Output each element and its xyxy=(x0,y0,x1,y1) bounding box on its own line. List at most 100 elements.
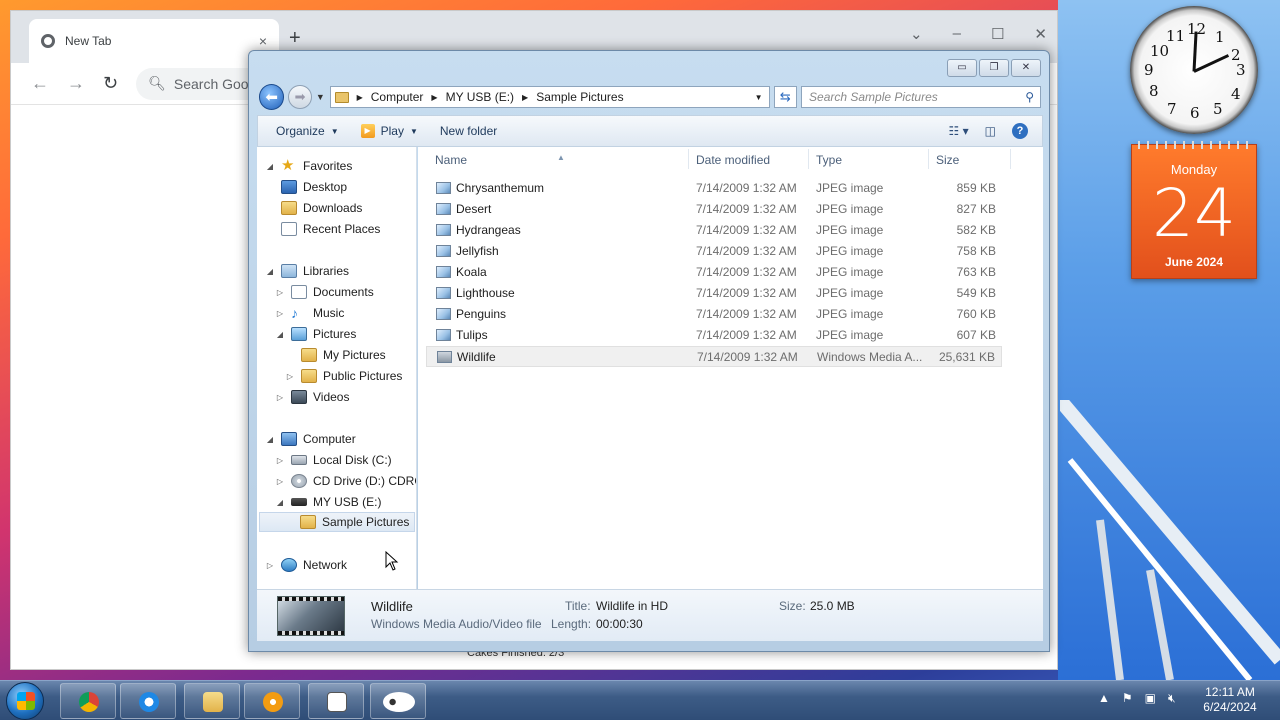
collapsed-arrow-icon[interactable]: ▷ xyxy=(275,309,285,318)
tree-item-music[interactable]: ▷ ♪ Music xyxy=(275,303,344,323)
new-folder-button[interactable]: New folder xyxy=(440,124,497,138)
play-button[interactable]: ▶ Play ▼ xyxy=(360,124,418,138)
file-row[interactable]: Tulips 7/14/2009 1:32 AM JPEG image 607 … xyxy=(426,325,1002,346)
file-row[interactable]: Penguins 7/14/2009 1:32 AM JPEG image 76… xyxy=(426,304,1002,325)
maximize-icon[interactable]: ☐ xyxy=(991,25,1004,43)
reload-icon[interactable]: ↻ xyxy=(103,73,118,94)
organize-button[interactable]: Organize ▼ xyxy=(276,124,339,138)
breadcrumb-separator-icon[interactable]: ▶ xyxy=(357,93,363,102)
tree-item-usb[interactable]: ◢ MY USB (E:) xyxy=(275,492,382,512)
view-options-icon[interactable]: ☷ ▾ xyxy=(949,124,969,138)
collapsed-arrow-icon[interactable]: ▷ xyxy=(265,561,275,570)
start-button[interactable] xyxy=(6,682,44,720)
help-icon[interactable]: ? xyxy=(1012,123,1028,139)
collapsed-arrow-icon[interactable]: ▷ xyxy=(275,477,285,486)
breadcrumb-usb[interactable]: MY USB (E:) xyxy=(446,90,514,104)
recent-pages-dropdown[interactable]: ▼ xyxy=(316,92,326,102)
address-dropdown-icon[interactable]: ▼ xyxy=(749,93,769,102)
column-divider[interactable] xyxy=(688,149,689,169)
minimize-button[interactable]: ▭ xyxy=(947,59,977,77)
breadcrumb-separator-icon[interactable]: ▶ xyxy=(431,93,437,102)
file-size: 763 KB xyxy=(956,265,996,279)
network-status-icon[interactable]: ▣ xyxy=(1145,691,1156,706)
clock-gadget[interactable]: 12 1 2 3 4 5 6 7 8 9 10 11 xyxy=(1130,6,1258,134)
tree-item-network[interactable]: ▷ Network xyxy=(265,555,347,575)
tree-item-recent-places[interactable]: Recent Places xyxy=(281,219,380,239)
file-row[interactable]: Koala 7/14/2009 1:32 AM JPEG image 763 K… xyxy=(426,262,1002,283)
action-center-flag-icon[interactable]: ⚑ xyxy=(1122,691,1133,706)
taskbar-eyes-app[interactable] xyxy=(370,683,426,719)
system-clock[interactable]: 12:11 AM 6/24/2024 xyxy=(1200,685,1260,715)
column-divider[interactable] xyxy=(808,149,809,169)
file-row-selected[interactable]: Wildlife 7/14/2009 1:32 AM Windows Media… xyxy=(426,346,1002,367)
collapsed-arrow-icon[interactable]: ▷ xyxy=(275,393,285,402)
tree-item-local-disk[interactable]: ▷ Local Disk (C:) xyxy=(275,450,392,470)
tree-item-favorites[interactable]: ◢ ★ Favorites xyxy=(265,156,352,176)
taskbar-internet-explorer[interactable] xyxy=(120,683,176,719)
show-hidden-icons-icon[interactable]: ▲ xyxy=(1098,691,1110,706)
calendar-gadget[interactable]: Monday 24 June 2024 xyxy=(1131,141,1257,279)
document-icon xyxy=(291,285,307,299)
close-tab-icon[interactable]: × xyxy=(259,33,267,49)
expand-arrow-icon[interactable]: ◢ xyxy=(275,330,285,339)
taskbar-chrome[interactable] xyxy=(60,683,116,719)
clock-number: 7 xyxy=(1167,100,1177,118)
new-tab-button[interactable]: + xyxy=(289,27,301,50)
tree-item-downloads[interactable]: Downloads xyxy=(281,198,362,218)
expand-arrow-icon[interactable]: ◢ xyxy=(265,267,275,276)
collapsed-arrow-icon[interactable]: ▷ xyxy=(275,456,285,465)
column-divider[interactable] xyxy=(928,149,929,169)
tree-item-documents[interactable]: ▷ Documents xyxy=(275,282,374,302)
forward-arrow-icon[interactable]: → xyxy=(67,73,85,94)
breadcrumb-separator-icon[interactable]: ▶ xyxy=(522,93,528,102)
search-input[interactable]: Search Sample Pictures ⚲ xyxy=(801,86,1042,108)
search-icon[interactable]: ⚲ xyxy=(1025,90,1034,104)
minimize-icon[interactable]: – xyxy=(953,25,961,43)
taskbar-media-player[interactable] xyxy=(244,683,300,719)
column-size[interactable]: Size xyxy=(936,153,959,167)
preview-pane-icon[interactable]: ◫ xyxy=(985,124,996,138)
details-title-value[interactable]: Wildlife in HD xyxy=(596,599,668,613)
tree-item-sample-pictures[interactable]: Sample Pictures xyxy=(259,512,415,532)
tree-item-public-pictures[interactable]: ▷ Public Pictures xyxy=(285,366,402,386)
column-divider[interactable] xyxy=(1010,149,1011,169)
collapsed-arrow-icon[interactable]: ▷ xyxy=(275,288,285,297)
forward-button[interactable]: ➡ xyxy=(288,85,312,109)
volume-muted-icon[interactable]: 🔇︎ xyxy=(1168,691,1176,706)
back-arrow-icon[interactable]: ← xyxy=(31,73,49,94)
breadcrumb-computer[interactable]: Computer xyxy=(371,90,424,104)
back-button[interactable]: ⬅ xyxy=(259,84,285,110)
taskbar-solitaire[interactable] xyxy=(308,683,364,719)
tree-item-my-pictures[interactable]: My Pictures xyxy=(301,345,386,365)
close-icon[interactable]: ✕ xyxy=(1034,25,1047,43)
file-row[interactable]: Chrysanthemum 7/14/2009 1:32 AM JPEG ima… xyxy=(426,178,1002,199)
restore-button[interactable]: ❐ xyxy=(979,59,1009,77)
chrome-tab-new-tab[interactable]: New Tab × xyxy=(29,19,279,63)
expand-arrow-icon[interactable]: ◢ xyxy=(265,162,275,171)
column-date-modified[interactable]: Date modified xyxy=(696,153,770,167)
file-row[interactable]: Desert 7/14/2009 1:32 AM JPEG image 827 … xyxy=(426,199,1002,220)
tree-item-videos[interactable]: ▷ Videos xyxy=(275,387,349,407)
column-type[interactable]: Type xyxy=(816,153,842,167)
tree-item-pictures[interactable]: ◢ Pictures xyxy=(275,324,356,344)
refresh-button[interactable]: ⇆ xyxy=(773,86,798,108)
file-row[interactable]: Lighthouse 7/14/2009 1:32 AM JPEG image … xyxy=(426,283,1002,304)
tree-item-libraries[interactable]: ◢ Libraries xyxy=(265,261,349,281)
file-row[interactable]: Hydrangeas 7/14/2009 1:32 AM JPEG image … xyxy=(426,220,1002,241)
expand-arrow-icon[interactable]: ◢ xyxy=(265,435,275,444)
roller-coaster-wallpaper xyxy=(1060,400,1280,680)
tree-item-cd-drive[interactable]: ▷ CD Drive (D:) CDROM xyxy=(275,471,416,491)
explorer-window-controls: ▭ ❐ ✕ xyxy=(947,59,1041,77)
expand-arrow-icon[interactable]: ◢ xyxy=(275,498,285,507)
collapsed-arrow-icon[interactable]: ▷ xyxy=(285,372,295,381)
taskbar-windows-explorer[interactable] xyxy=(184,683,240,719)
address-bar[interactable]: ▶ Computer ▶ MY USB (E:) ▶ Sample Pictur… xyxy=(329,86,770,108)
breadcrumb-sample-pictures[interactable]: Sample Pictures xyxy=(536,90,623,104)
file-row[interactable]: Jellyfish 7/14/2009 1:32 AM JPEG image 7… xyxy=(426,241,1002,262)
close-button[interactable]: ✕ xyxy=(1011,59,1041,77)
tree-item-desktop[interactable]: Desktop xyxy=(281,177,347,197)
column-name[interactable]: Name xyxy=(435,153,467,167)
tree-item-label: CD Drive (D:) CDROM xyxy=(313,474,416,488)
chevron-down-icon[interactable]: ⌄ xyxy=(910,25,923,43)
tree-item-computer[interactable]: ◢ Computer xyxy=(265,429,356,449)
